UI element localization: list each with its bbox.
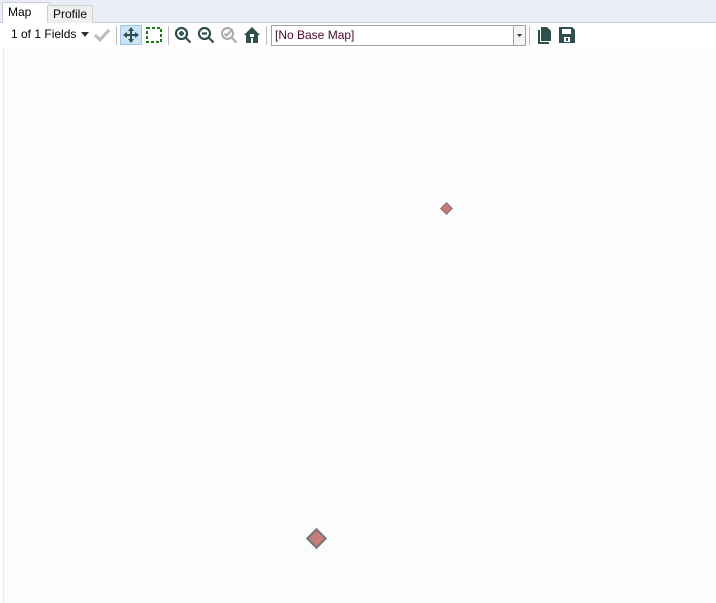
checkmark-icon[interactable]: [93, 26, 111, 44]
pan-icon[interactable]: [120, 25, 142, 45]
separator: [529, 26, 530, 45]
zoom-in-icon[interactable]: [174, 26, 192, 44]
map-point[interactable]: [440, 202, 453, 215]
map-toolbar: 1 of 1 Fields [No Base Map]: [0, 23, 716, 47]
basemap-value: [No Base Map]: [275, 28, 355, 42]
tab-bar: Map Profile: [0, 0, 716, 24]
separator: [168, 26, 169, 45]
map-canvas[interactable]: [3, 48, 716, 603]
separator: [266, 26, 267, 45]
zoom-out-icon[interactable]: [197, 26, 215, 44]
chevron-down-icon[interactable]: [513, 26, 525, 45]
tab-profile[interactable]: Profile: [47, 5, 94, 23]
map-point[interactable]: [305, 527, 328, 550]
save-icon[interactable]: [558, 26, 576, 44]
select-rectangle-icon[interactable]: [145, 26, 163, 44]
chevron-down-icon[interactable]: [80, 31, 90, 39]
copy-icon[interactable]: [535, 26, 553, 44]
zoom-to-selection-icon[interactable]: [220, 26, 238, 44]
home-icon[interactable]: [243, 26, 261, 44]
basemap-select[interactable]: [No Base Map]: [271, 25, 526, 46]
separator: [116, 26, 117, 45]
tab-map[interactable]: Map: [2, 2, 50, 24]
fields-selector[interactable]: 1 of 1 Fields: [11, 27, 76, 41]
